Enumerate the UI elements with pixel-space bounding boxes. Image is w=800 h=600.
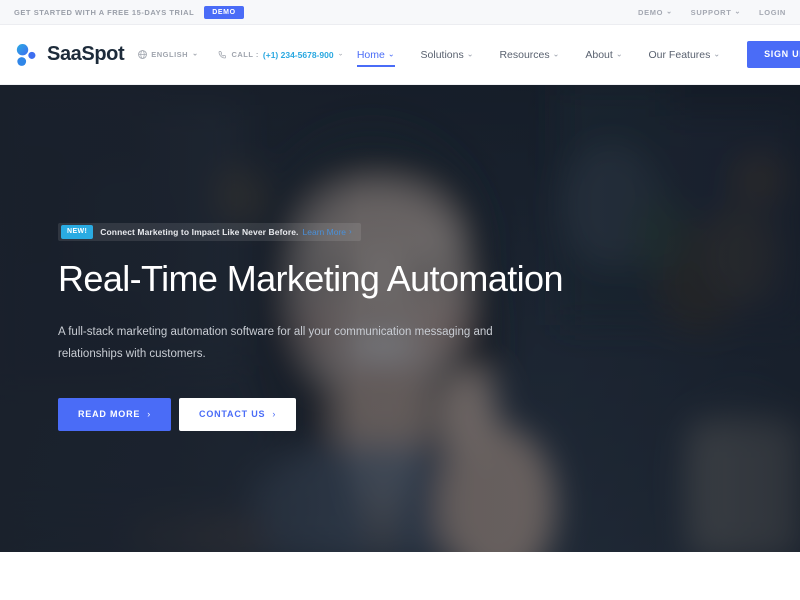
topbar-link-support[interactable]: Support ⌄ <box>691 8 741 17</box>
topbar-left-group: Get started with a free 15-days trial DE… <box>14 5 244 19</box>
topbar-link-login-label: Login <box>759 7 786 17</box>
free-trial-note: Get started with a free 15-days trial <box>14 7 195 17</box>
hero-title: Real-Time Marketing Automation <box>58 257 563 299</box>
hero-announcement-banner[interactable]: NEW! Connect Marketing to Impact Like Ne… <box>58 222 361 241</box>
hero-cta-group: Read More › Contact Us › <box>58 397 640 431</box>
topbar-link-demo[interactable]: Demo ⌄ <box>638 8 673 17</box>
phone-icon <box>219 51 227 59</box>
learn-more-link[interactable]: Learn More › <box>303 227 361 237</box>
chevron-down-icon: ⌄ <box>466 49 474 58</box>
hero-section: NEW! Connect Marketing to Impact Like Ne… <box>0 85 800 552</box>
hero-content: NEW! Connect Marketing to Impact Like Ne… <box>0 85 640 431</box>
topbar-right-links: Demo ⌄ Support ⌄ Login <box>638 8 786 17</box>
nav-item-home-label: Home <box>356 48 385 61</box>
language-label: English <box>151 50 189 59</box>
sign-up-button[interactable]: Sign Up <box>747 41 800 68</box>
brand-logo-link[interactable]: SaaSpot <box>14 42 125 68</box>
page-bottom-spacer <box>0 552 800 600</box>
topbar-link-demo-label: Demo <box>638 7 664 17</box>
nav-item-resources[interactable]: Resources ⌄ <box>486 49 572 61</box>
molecule-logo-icon <box>16 43 36 66</box>
chevron-down-icon: ⌄ <box>734 8 741 15</box>
chevron-right-icon: › <box>147 408 152 419</box>
chevron-down-icon: ⌄ <box>713 49 721 58</box>
chevron-down-icon: ⌄ <box>192 50 199 58</box>
chevron-down-icon: ⌄ <box>552 49 560 58</box>
call-info[interactable]: Call : (+1) 234-5678-900 ⌄ <box>218 50 343 60</box>
nav-item-our-features-label: Our Features <box>648 48 711 61</box>
learn-more-label: Learn More <box>302 226 346 237</box>
chevron-down-icon: ⌄ <box>387 49 395 58</box>
hero-subtitle: A full-stack marketing automation softwa… <box>58 325 493 361</box>
topbar-link-support-label: Support <box>690 7 732 17</box>
read-more-button[interactable]: Read More › <box>58 397 172 431</box>
new-badge: NEW! <box>61 224 94 239</box>
nav-active-underline <box>356 65 395 67</box>
language-selector[interactable]: English ⌄ <box>138 50 198 59</box>
chevron-down-icon: ⌄ <box>615 49 623 58</box>
chevron-down-icon: ⌄ <box>666 8 673 15</box>
contact-us-button[interactable]: Contact Us › <box>179 397 297 431</box>
topbar-link-login[interactable]: Login <box>759 8 786 17</box>
nav-item-about-label: About <box>585 48 613 61</box>
nav-item-about[interactable]: About ⌄ <box>572 49 635 61</box>
nav-item-solutions-label: Solutions <box>420 48 464 61</box>
call-label: Call : <box>231 50 259 59</box>
phone-number[interactable]: (+1) 234-5678-900 <box>263 50 334 60</box>
chevron-right-icon: › <box>272 408 277 419</box>
nav-item-resources-label: Resources <box>499 48 550 61</box>
globe-icon <box>138 50 148 59</box>
site-header: SaaSpot English ⌄ Call : (+1) 234-5678-9… <box>0 25 800 85</box>
read-more-label: Read More <box>78 408 141 419</box>
nav-item-home[interactable]: Home ⌄ <box>344 48 408 67</box>
nav-item-our-features[interactable]: Our Features ⌄ <box>636 49 734 61</box>
primary-nav: Home ⌄ Solutions ⌄ Resources ⌄ About ⌄ O… <box>344 41 800 68</box>
nav-item-solutions[interactable]: Solutions ⌄ <box>408 49 487 61</box>
chevron-right-icon: › <box>349 227 352 236</box>
contact-us-label: Contact Us <box>199 408 266 419</box>
demo-badge-button[interactable]: DEMO <box>204 5 244 19</box>
brand-name: SaaSpot <box>47 43 125 65</box>
announcement-text: Connect Marketing to Impact Like Never B… <box>100 226 299 237</box>
top-utility-bar: Get started with a free 15-days trial DE… <box>0 0 800 25</box>
